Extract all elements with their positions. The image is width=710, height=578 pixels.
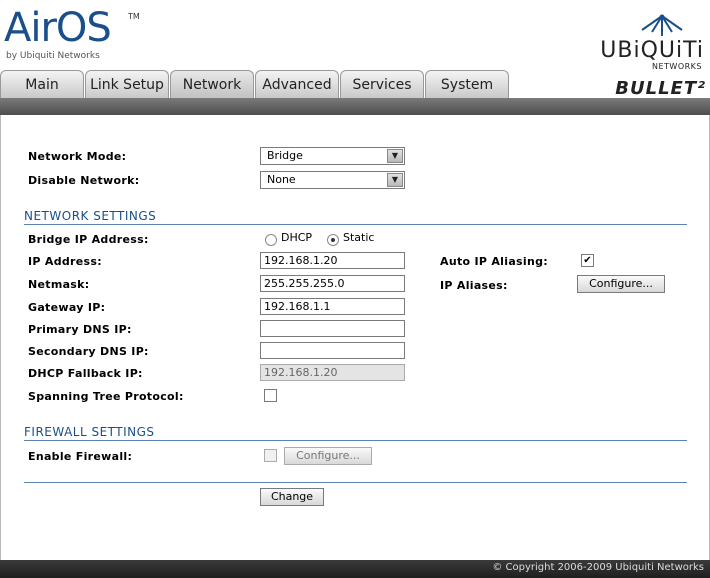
change-button[interactable]: Change — [260, 488, 324, 506]
ip-aliases-label: IP Aliases: — [440, 279, 508, 292]
bridge-ip-label: Bridge IP Address: — [28, 233, 149, 246]
primary-dns-label: Primary DNS IP: — [28, 323, 132, 336]
section-divider — [24, 224, 687, 225]
tab-network[interactable]: Network — [170, 70, 254, 98]
disable-network-value: None — [267, 173, 296, 186]
logo-brand: AirOS — [4, 5, 112, 51]
chevron-down-icon: ▼ — [387, 149, 403, 163]
spanning-tree-label: Spanning Tree Protocol: — [28, 390, 184, 403]
netmask-input[interactable]: 255.255.255.0 — [260, 275, 405, 292]
netmask-label: Netmask: — [28, 278, 90, 291]
dhcp-radio-label: DHCP — [281, 231, 313, 244]
static-radio[interactable] — [327, 234, 339, 246]
airos-logo: AirOS TM by Ubiquiti Networks — [4, 6, 144, 66]
logo-tm: TM — [128, 12, 140, 21]
copyright-text: © Copyright 2006-2009 Ubiquiti Networks — [492, 562, 704, 573]
ip-address-label: IP Address: — [28, 255, 102, 268]
header: AirOS TM by Ubiquiti Networks UBiQUiTi N… — [0, 0, 710, 99]
spanning-tree-checkbox[interactable] — [264, 389, 277, 402]
dhcp-fallback-input: 192.168.1.20 — [260, 364, 405, 381]
tab-system[interactable]: System — [425, 70, 509, 98]
network-mode-select[interactable]: Bridge ▼ — [260, 147, 405, 165]
secondary-dns-input[interactable] — [260, 342, 405, 359]
disable-network-select[interactable]: None ▼ — [260, 171, 405, 189]
disable-network-label: Disable Network: — [28, 174, 140, 187]
vendor-networks: NETWORKS — [651, 62, 702, 71]
ip-address-input[interactable]: 192.168.1.20 — [260, 252, 405, 269]
enable-firewall-checkbox[interactable] — [264, 449, 277, 462]
footer: © Copyright 2006-2009 Ubiquiti Networks — [0, 560, 710, 578]
header-bar — [0, 98, 710, 115]
primary-dns-input[interactable] — [260, 320, 405, 337]
ip-aliases-configure-button[interactable]: Configure... — [577, 275, 665, 293]
ubiquiti-logo: UBiQUiTi NETWORKS — [586, 14, 706, 74]
logo-subtitle: by Ubiquiti Networks — [6, 51, 100, 61]
tab-main[interactable]: Main — [0, 70, 84, 98]
gateway-ip-input[interactable]: 192.168.1.1 — [260, 298, 405, 315]
vendor-name: UBiQUiTi — [600, 38, 704, 63]
firewall-configure-button: Configure... — [284, 447, 372, 465]
checkmark-icon: ✔ — [583, 255, 592, 266]
network-mode-value: Bridge — [267, 149, 303, 162]
tab-bar: Main Link Setup Network Advanced Service… — [0, 70, 510, 98]
gateway-ip-label: Gateway IP: — [28, 301, 106, 314]
network-mode-label: Network Mode: — [28, 150, 127, 163]
dhcp-fallback-label: DHCP Fallback IP: — [28, 367, 143, 380]
dhcp-radio[interactable] — [265, 234, 277, 246]
tab-services[interactable]: Services — [340, 70, 424, 98]
tab-advanced[interactable]: Advanced — [255, 70, 339, 98]
static-radio-label: Static — [343, 231, 375, 244]
network-form: Network Mode: Bridge ▼ Disable Network: … — [0, 115, 710, 560]
section-divider — [24, 440, 687, 441]
antenna-icon — [641, 14, 683, 36]
firewall-settings-title: FIREWALL SETTINGS — [24, 425, 155, 439]
auto-ip-aliasing-checkbox[interactable]: ✔ — [581, 254, 594, 267]
tab-link-setup[interactable]: Link Setup — [85, 70, 169, 98]
product-name: BULLET² — [615, 78, 706, 99]
secondary-dns-label: Secondary DNS IP: — [28, 345, 149, 358]
section-divider — [24, 482, 687, 483]
chevron-down-icon: ▼ — [387, 173, 403, 187]
enable-firewall-label: Enable Firewall: — [28, 450, 133, 463]
auto-ip-aliasing-label: Auto IP Aliasing: — [440, 255, 548, 268]
network-settings-title: NETWORK SETTINGS — [24, 209, 157, 223]
